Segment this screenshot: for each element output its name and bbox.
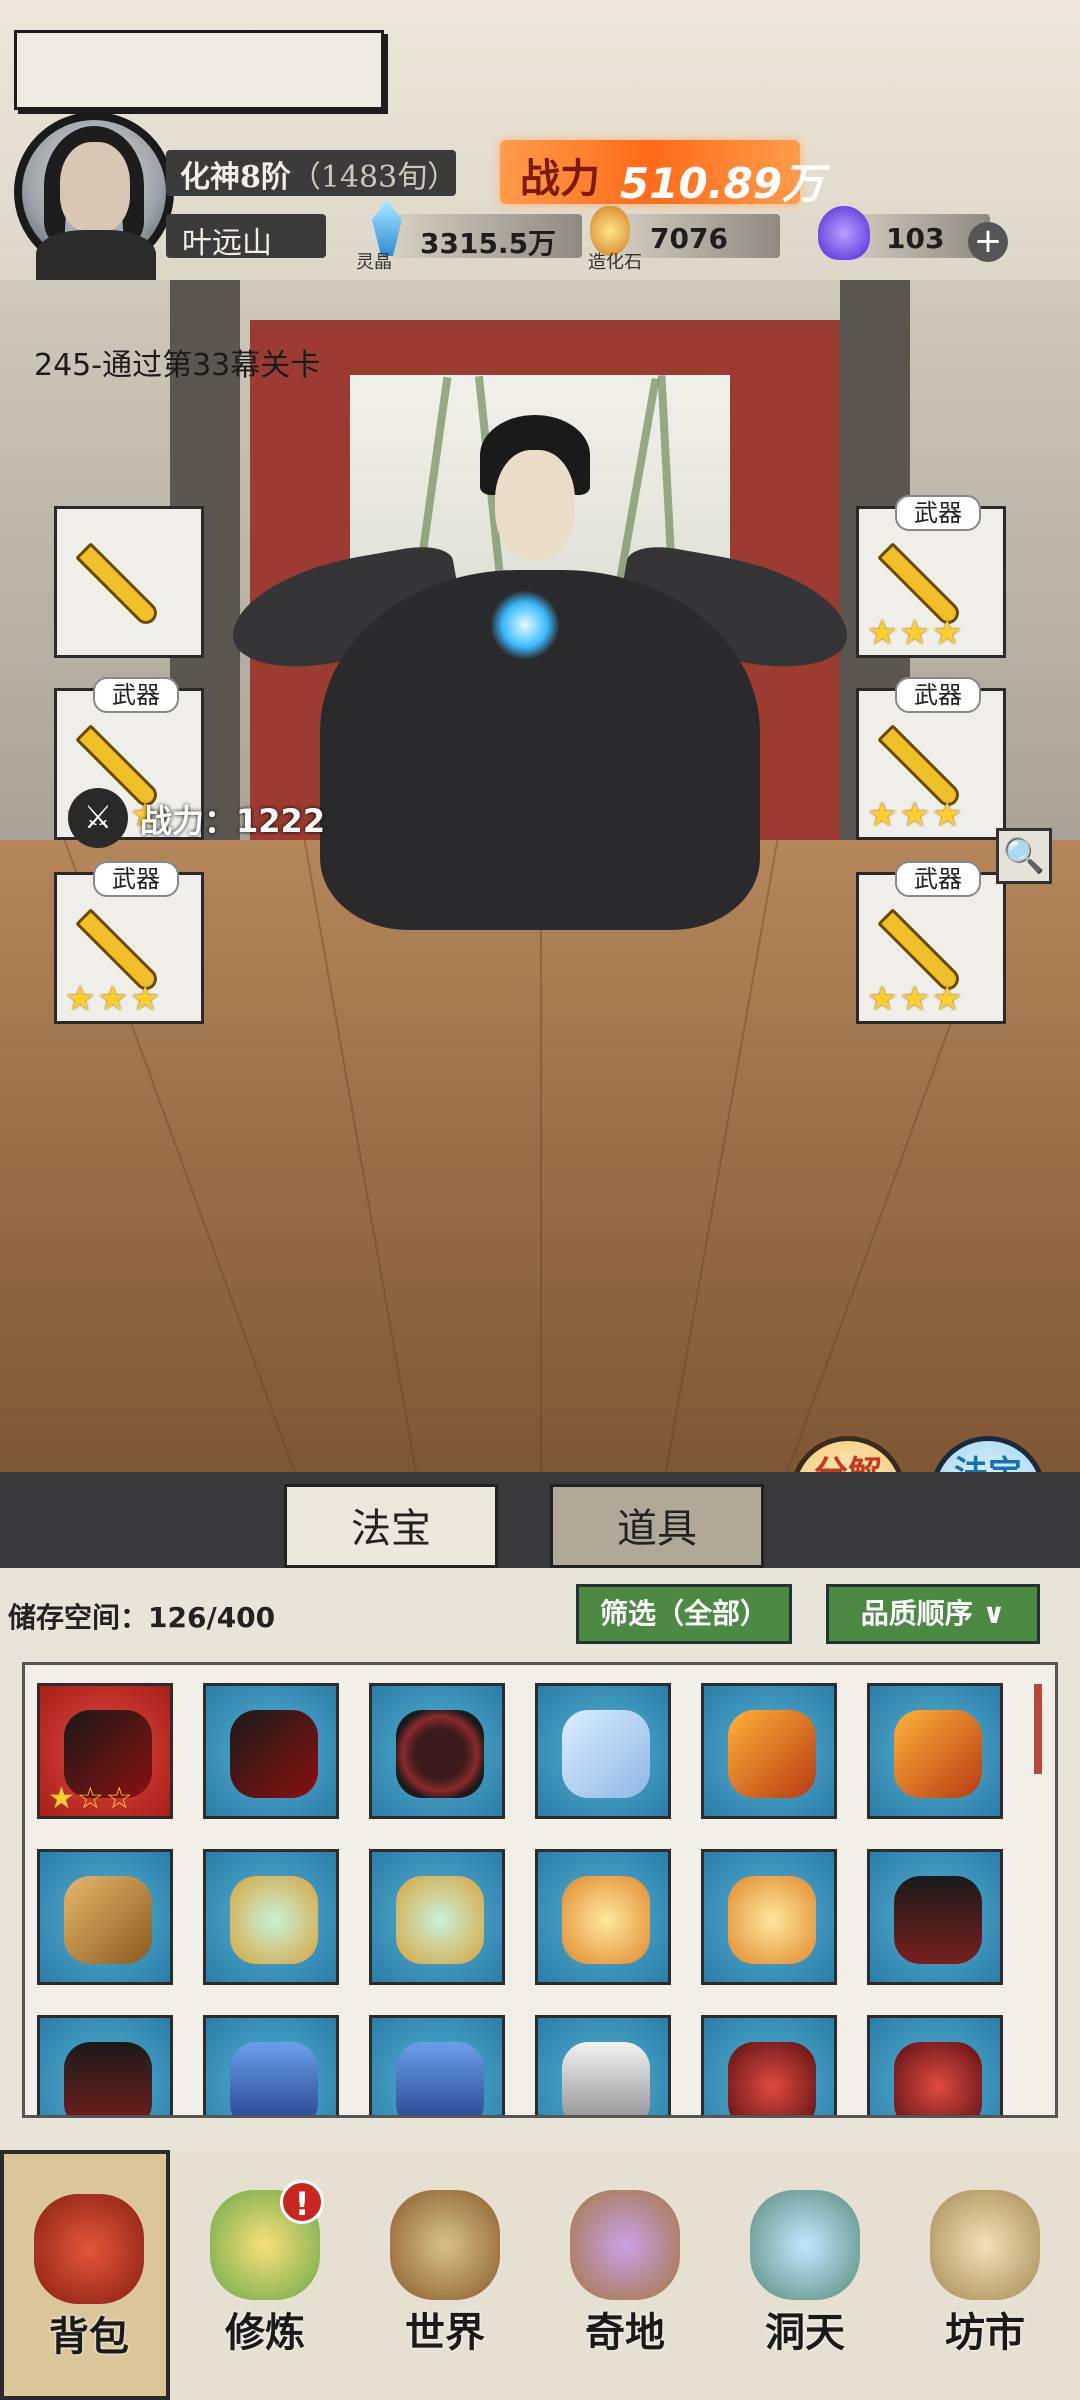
star-rating: ★★★ [867, 795, 965, 835]
inventory-item[interactable] [37, 1849, 173, 1985]
blue-robe-icon [396, 2042, 484, 2115]
player-avatar[interactable] [14, 112, 174, 290]
jade-fan-icon [230, 1876, 318, 1964]
portal-icon [750, 2190, 860, 2300]
golden-armor-icon [562, 1876, 650, 1964]
weapon-tag: 武器 [93, 677, 179, 713]
floating-island-icon [570, 2190, 680, 2300]
weapon-tag: 武器 [93, 861, 179, 897]
inventory-item[interactable] [867, 2015, 1003, 2115]
stage-progress-text: 245-通过第33幕关卡 [34, 348, 321, 383]
filter-button[interactable]: 筛选（全部） [576, 1584, 792, 1644]
nav-market[interactable]: 坊市 [900, 2150, 1070, 2400]
inventory-item[interactable] [369, 2015, 505, 2115]
nav-label: 修炼 [225, 2309, 305, 2356]
inventory-item[interactable] [203, 1683, 339, 1819]
inventory-item[interactable] [203, 2015, 339, 2115]
combat-power-label: 战力 [520, 155, 600, 202]
equip-slot-3[interactable]: 武器 ★★★ [54, 861, 204, 1024]
tab-items[interactable]: 道具 [550, 1484, 764, 1568]
nav-world[interactable]: 世界 [360, 2150, 530, 2400]
nav-cultivate[interactable]: 修炼 [180, 2150, 350, 2400]
nav-bag[interactable]: 背包 [0, 2150, 170, 2400]
inventory-item[interactable] [867, 1683, 1003, 1819]
weapon-tag: 武器 [895, 861, 981, 897]
red-beast-armor-icon [894, 2042, 982, 2115]
stone-label: 造化石 [588, 252, 642, 273]
inventory-scrollbar[interactable] [1034, 1684, 1042, 1774]
inventory-item[interactable] [535, 1683, 671, 1819]
inventory-item[interactable]: ★☆☆ [37, 1683, 173, 1819]
bag-icon [34, 2194, 144, 2304]
golden-staff-icon [64, 1876, 152, 1964]
crystal-value: 3315.5万 [420, 227, 557, 260]
storage-capacity: 储存空间：126/400 [8, 1601, 276, 1634]
equip-slot-4[interactable]: 武器 ★★★ [856, 495, 1006, 658]
market-icon [930, 2190, 1040, 2300]
red-beast-armor-icon [728, 2042, 816, 2115]
inventory-item[interactable] [37, 2015, 173, 2115]
equip-slot-5[interactable]: 武器 ★★★ [856, 677, 1006, 840]
inventory-item[interactable] [701, 2015, 837, 2115]
blue-robe-icon [230, 2042, 318, 2115]
ice-sword-icon [562, 1710, 650, 1798]
item-star-rating: ★☆☆ [48, 1781, 135, 1816]
add-currency-button[interactable]: + [968, 222, 1008, 262]
nav-cave[interactable]: 洞天 [720, 2150, 890, 2400]
tab-bar [0, 1472, 1080, 1568]
cultivation-rank: 化神8阶（1483旬） [180, 160, 458, 195]
crystal-label: 灵晶 [356, 252, 392, 273]
nav-label: 背包 [49, 2313, 129, 2360]
weapon-tag: 武器 [895, 495, 981, 531]
chevron-down-icon: ∨ [982, 1597, 1006, 1630]
equip-slot-1[interactable] [54, 506, 204, 658]
spiked-wheel-icon [396, 1710, 484, 1798]
scroll-map-icon [390, 2190, 500, 2300]
dark-claw-blade-icon [230, 1710, 318, 1798]
spirit-orb [490, 590, 560, 660]
fire-axe-icon [894, 1710, 982, 1798]
star-rating: ★★★ [867, 979, 965, 1019]
notification-badge: ! [280, 2180, 324, 2224]
meditating-cultivator[interactable] [223, 400, 857, 940]
dark-robe-icon [894, 1876, 982, 1964]
tab-treasure[interactable]: 法宝 [284, 1484, 498, 1568]
purple-flame-icon [818, 206, 870, 260]
fire-axe-icon [728, 1710, 816, 1798]
jade-fan-icon [396, 1876, 484, 1964]
nav-label: 奇地 [585, 2309, 665, 2356]
nav-label: 坊市 [945, 2309, 1025, 2356]
star-rating: ★★★ [65, 979, 163, 1019]
nav-label: 世界 [405, 2309, 485, 2356]
sword-icon [75, 542, 162, 629]
star-rating: ★★★ [867, 613, 965, 653]
inventory-item[interactable] [535, 1849, 671, 1985]
inventory-item[interactable] [867, 1849, 1003, 1985]
stage-progress-plate[interactable] [14, 30, 384, 110]
inventory-grid: ★☆☆ [22, 1662, 1058, 2118]
inventory-item[interactable] [369, 1849, 505, 1985]
weapon-tag: 武器 [895, 677, 981, 713]
combat-power-value: 510.89万 [620, 159, 825, 208]
player-name: 叶远山 [182, 226, 272, 261]
inventory-item[interactable] [369, 1683, 505, 1819]
age-label: （1483旬） [290, 160, 458, 195]
equip-slot-6[interactable]: 武器 ★★★ [856, 861, 1006, 1024]
inventory-item[interactable] [203, 1849, 339, 1985]
golden-armor-icon [728, 1876, 816, 1964]
flame-value: 103 [886, 222, 945, 255]
sort-dropdown[interactable]: 品质顺序 ∨ [826, 1584, 1040, 1644]
equipment-power: 战力：1222 [140, 802, 326, 840]
white-robe-icon [562, 2042, 650, 2115]
magnifier-icon[interactable]: 🔍 [996, 828, 1052, 884]
inventory-item[interactable] [701, 1849, 837, 1985]
dark-robe-icon [64, 2042, 152, 2115]
combat-emblem-icon: ⚔ [68, 788, 128, 848]
inventory-item[interactable] [535, 2015, 671, 2115]
inventory-item[interactable] [701, 1683, 837, 1819]
nav-wonderland[interactable]: 奇地 [540, 2150, 710, 2400]
nav-label: 洞天 [765, 2309, 845, 2356]
stone-value: 7076 [650, 222, 728, 255]
